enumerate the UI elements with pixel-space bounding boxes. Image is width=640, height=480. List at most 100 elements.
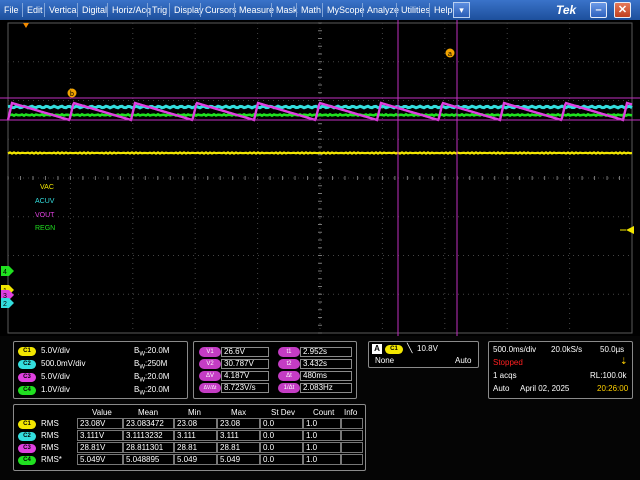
- menu-utilities[interactable]: Utilities: [398, 0, 433, 20]
- minimize-button[interactable]: –: [590, 2, 607, 18]
- ch4-ground-marker[interactable]: 4: [1, 266, 14, 276]
- cursor-delta-v-value: 4.187V: [221, 371, 269, 381]
- ch3-bw-value: :20.0M: [145, 372, 170, 381]
- waveform-display[interactable]: a b VAC ACUV VOUT REGN 4 1 3 2: [0, 20, 640, 336]
- label-regn[interactable]: REGN: [35, 225, 55, 232]
- ch1-trace: [7, 151, 633, 155]
- meas-row3-count: 1.0: [303, 442, 341, 453]
- meas-row4-type: RMS*: [41, 455, 62, 464]
- cursor-marker-b-label: b: [70, 91, 74, 98]
- menu-separator: [22, 3, 23, 17]
- cursor-readout-panel[interactable]: V1 26.6V V2 30.787V ΔV 4.187V ΔV/Δt 8.72…: [193, 341, 357, 399]
- cursor-marker-a-label: a: [448, 51, 452, 58]
- meas-row3-value: 28.81V: [77, 442, 123, 453]
- acquisition-panel[interactable]: 500.0ms/div 20.0kS/s 50.0µs Stopped ⇣ 1 …: [488, 341, 633, 399]
- acq-status: Stopped: [493, 358, 523, 367]
- meas-row1-min: 23.08: [174, 418, 217, 429]
- meas-row1-badge: C1: [18, 420, 36, 429]
- ch4-bandwidth: BW:20.0M: [134, 385, 169, 397]
- meas-row3-mean: 28.811301: [123, 442, 174, 453]
- ch2-badge[interactable]: C2: [18, 360, 36, 369]
- meas-header-max: Max: [231, 408, 247, 417]
- trigger-source-badge: C1: [385, 345, 403, 354]
- record-length: RL:100.0k: [590, 371, 627, 380]
- cursor-inv-delta-t-badge: 1/Δt: [278, 383, 300, 393]
- menu-help[interactable]: Help: [431, 0, 456, 20]
- channel-settings-panel[interactable]: C1 5.0V/div BW:20.0M C2 500.0mV/div BW:2…: [13, 341, 188, 399]
- menu-separator: [147, 3, 148, 17]
- trigger-panel[interactable]: A C1 ╲ 10.8V None Auto: [368, 341, 479, 368]
- meas-header-count: Count: [313, 408, 335, 417]
- ch2-ground-marker[interactable]: 2: [1, 298, 14, 308]
- ch1-scale: 5.0V/div: [41, 346, 70, 355]
- menu-math[interactable]: Math: [298, 0, 324, 20]
- resolution: 50.0µs: [600, 345, 625, 354]
- cursor-delta-t-value: 480ms: [300, 371, 352, 381]
- measurements-panel[interactable]: Value Mean Min Max St Dev Count Info C1 …: [13, 404, 366, 471]
- waveform-canvas: a b VAC ACUV VOUT REGN 4 1 3 2: [0, 20, 640, 336]
- single-shot-arrow-icon: ⇣: [620, 356, 628, 366]
- trigger-level-arrow-icon[interactable]: [626, 226, 634, 234]
- menu-separator: [107, 3, 108, 17]
- ch3-bandwidth: BW:20.0M: [134, 372, 169, 384]
- meas-row1-max: 23.08: [217, 418, 260, 429]
- label-vac[interactable]: VAC: [40, 184, 54, 191]
- cursor-t2-badge: t2: [278, 359, 300, 369]
- menu-separator: [322, 3, 323, 17]
- meas-row1-info: [341, 418, 363, 429]
- ch3-badge[interactable]: C3: [18, 373, 36, 382]
- menu-digital[interactable]: Digital: [79, 0, 110, 20]
- meas-row1-type: RMS: [41, 419, 59, 428]
- menu-trig[interactable]: Trig: [149, 0, 170, 20]
- menu-separator: [396, 3, 397, 17]
- sample-rate: 20.0kS/s: [551, 345, 583, 354]
- meas-row2-stdev: 0.0: [260, 430, 303, 441]
- ch4-ground-marker-label: 4: [3, 269, 7, 276]
- graticule-grid: [7, 22, 633, 334]
- ch4-badge[interactable]: C4: [18, 386, 36, 395]
- cursor-dvdt-value: 8.723V/s: [221, 383, 269, 393]
- cursor-t2-value: 3.432s: [300, 359, 352, 369]
- meas-row4-mean: 5.048895: [123, 454, 174, 465]
- meas-row3-max: 28.81: [217, 442, 260, 453]
- meas-row2-badge: C2: [18, 432, 36, 441]
- meas-row1-value: 23.08V: [77, 418, 123, 429]
- cursor-v1-value: 26.6V: [221, 347, 269, 357]
- menu-myscope[interactable]: MyScope: [324, 0, 368, 20]
- ch2-trace: [7, 104, 633, 110]
- menu-file[interactable]: File: [1, 0, 22, 20]
- label-vout[interactable]: VOUT: [35, 212, 55, 219]
- menu-separator: [77, 3, 78, 17]
- menu-separator: [271, 3, 272, 17]
- cursor-delta-v-badge: ΔV: [199, 371, 221, 381]
- meas-row2-min: 3.111: [174, 430, 217, 441]
- meas-header-stdev: St Dev: [271, 408, 296, 417]
- ch2-scale: 500.0mV/div: [41, 359, 86, 368]
- meas-row4-count: 1.0: [303, 454, 341, 465]
- trigger-coupling: None: [375, 356, 395, 365]
- trigger-level: 10.8V: [417, 344, 438, 353]
- menu-separator: [296, 3, 297, 17]
- meas-row3-type: RMS: [41, 443, 59, 452]
- meas-header-value: Value: [92, 408, 112, 417]
- meas-row4-badge: C4: [18, 456, 36, 465]
- ch4-bw-value: :20.0M: [145, 385, 170, 394]
- menu-dropdown-button[interactable]: ▾: [453, 2, 470, 18]
- label-acuv[interactable]: ACUV: [35, 198, 55, 205]
- timebase: 500.0ms/div: [493, 345, 537, 354]
- meas-row4-min: 5.049: [174, 454, 217, 465]
- ch2-bw-value: :250M: [145, 359, 168, 368]
- meas-row3-min: 28.81: [174, 442, 217, 453]
- ch1-badge[interactable]: C1: [18, 347, 36, 356]
- menu-separator: [234, 3, 235, 17]
- meas-row2-value: 3.111V: [77, 430, 123, 441]
- meas-row3-stdev: 0.0: [260, 442, 303, 453]
- cursor-v2-badge: V2: [199, 359, 221, 369]
- meas-row4-value: 5.049V: [77, 454, 123, 465]
- menu-separator: [169, 3, 170, 17]
- close-button[interactable]: ✕: [614, 2, 631, 18]
- acq-mode: Auto: [493, 384, 510, 393]
- meas-row3-badge: C3: [18, 444, 36, 453]
- menu-edit[interactable]: Edit: [24, 0, 46, 20]
- ch1-bw-value: :20.0M: [145, 346, 170, 355]
